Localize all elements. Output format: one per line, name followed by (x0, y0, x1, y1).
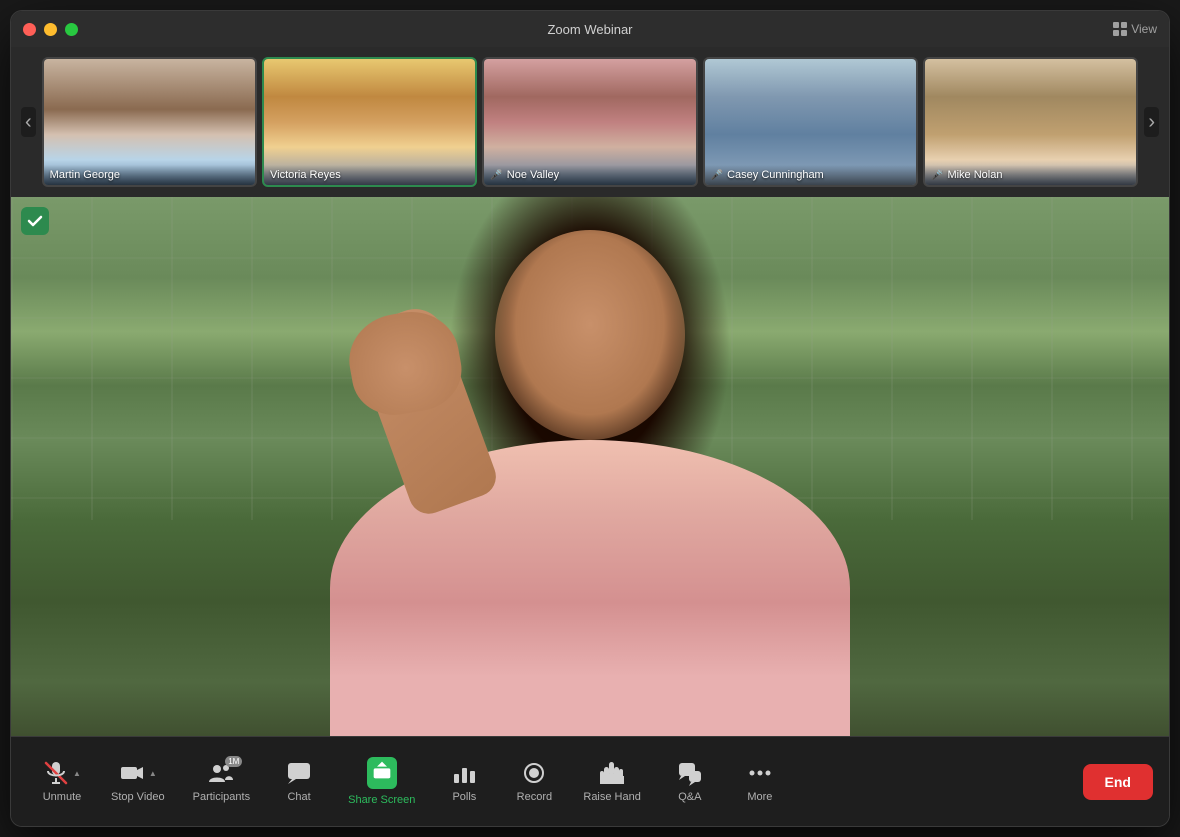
polls-icon (451, 760, 477, 786)
share-screen-label: Share Screen (348, 794, 415, 806)
view-button[interactable]: View (1113, 22, 1157, 36)
unmute-label: Unmute (43, 791, 82, 803)
unmute-caret: ▲ (73, 769, 81, 778)
raise-hand-label: Raise Hand (583, 791, 640, 803)
unmute-button[interactable]: ▲ Unmute (27, 752, 97, 811)
next-nav-button[interactable]: › (1144, 107, 1159, 137)
toolbar-items: ▲ Unmute ▲ Stop Video (27, 749, 1083, 814)
thumbnail-overlay: 🎤 Casey Cunningham (705, 165, 916, 185)
stop-video-button[interactable]: ▲ Stop Video (97, 752, 179, 811)
thumbnail-martin-george[interactable]: Martin George (42, 57, 257, 187)
record-circle-icon (521, 760, 547, 786)
share-screen-icon (367, 757, 397, 789)
qa-button[interactable]: Q&A (655, 752, 725, 811)
webinar-check-icon (27, 213, 43, 229)
thumbnail-overlay: 🎤 Noe Valley (484, 165, 695, 185)
thumbnail-casey-cunningham[interactable]: 🎤 Casey Cunningham (703, 57, 918, 187)
thumbnail-name: Noe Valley (507, 169, 559, 181)
zoom-window: Zoom Webinar View ‹ Martin George (10, 10, 1170, 827)
share-arrow-icon (372, 760, 392, 780)
record-button[interactable]: Record (499, 752, 569, 811)
polls-button[interactable]: Polls (429, 752, 499, 811)
ellipsis-icon (747, 760, 773, 786)
toolbar: ▲ Unmute ▲ Stop Video (11, 736, 1169, 826)
window-controls (23, 23, 78, 36)
end-button[interactable]: End (1083, 764, 1153, 800)
participants-label: Participants (193, 791, 250, 803)
view-icon (1113, 22, 1127, 36)
main-video-scene (11, 197, 1169, 736)
thumbnail-container: Martin George Victoria Reyes 🎤 Noe Valle… (42, 57, 1139, 187)
qa-bubble-icon (677, 760, 703, 786)
qa-label: Q&A (678, 791, 701, 803)
stop-video-icon: ▲ (119, 760, 157, 786)
thumbnail-strip: ‹ Martin George Victoria Reyes 🎤 (11, 47, 1169, 197)
qa-icon (677, 760, 703, 786)
more-label: More (747, 791, 772, 803)
prev-nav-button[interactable]: ‹ (21, 107, 36, 137)
bar-chart-icon (451, 760, 477, 786)
presenter-area (11, 197, 1169, 736)
thumbnail-victoria-reyes[interactable]: Victoria Reyes (262, 57, 477, 187)
view-label: View (1131, 22, 1157, 36)
title-bar: Zoom Webinar View (11, 11, 1169, 47)
record-label: Record (517, 791, 552, 803)
thumbnail-noe-valley[interactable]: 🎤 Noe Valley (482, 57, 697, 187)
mute-icon: 🎤 (490, 170, 502, 181)
thumbnail-name: Casey Cunningham (727, 169, 824, 181)
raise-hand-button[interactable]: Raise Hand (569, 752, 654, 811)
participants-badge: 1M (225, 756, 242, 767)
mute-icon: 🎤 (711, 170, 723, 181)
thumbnail-overlay: Victoria Reyes (264, 165, 475, 185)
record-icon (521, 760, 547, 786)
maximize-button[interactable] (65, 23, 78, 36)
thumbnail-overlay: 🎤 Mike Nolan (925, 165, 1136, 185)
minimize-button[interactable] (44, 23, 57, 36)
chat-button[interactable]: Chat (264, 752, 334, 811)
thumbnail-name: Victoria Reyes (270, 169, 341, 181)
presenter-face (495, 230, 685, 440)
polls-label: Polls (452, 791, 476, 803)
window-title: Zoom Webinar (547, 22, 632, 37)
thumbnail-mike-nolan[interactable]: 🎤 Mike Nolan (923, 57, 1138, 187)
chat-bubble-icon (286, 760, 312, 786)
stop-video-label: Stop Video (111, 791, 165, 803)
close-button[interactable] (23, 23, 36, 36)
microphone-icon (43, 760, 69, 786)
mute-icon: 🎤 (931, 170, 943, 181)
participants-button[interactable]: 1M Participants (179, 752, 264, 811)
raise-hand-icon (599, 760, 625, 786)
share-screen-button[interactable]: Share Screen (334, 749, 429, 814)
chat-label: Chat (287, 791, 310, 803)
stop-video-caret: ▲ (149, 769, 157, 778)
main-video (11, 197, 1169, 736)
more-icon (747, 760, 773, 786)
more-button[interactable]: More (725, 752, 795, 811)
camera-icon (119, 760, 145, 786)
thumbnail-name: Mike Nolan (947, 169, 1002, 181)
unmute-icon: ▲ (43, 760, 81, 786)
participants-icon: 1M (208, 760, 234, 786)
thumbnail-overlay: Martin George (44, 165, 255, 185)
chat-icon (286, 760, 312, 786)
hand-icon (599, 760, 625, 786)
thumbnail-name: Martin George (50, 169, 120, 181)
webinar-badge (21, 207, 49, 235)
